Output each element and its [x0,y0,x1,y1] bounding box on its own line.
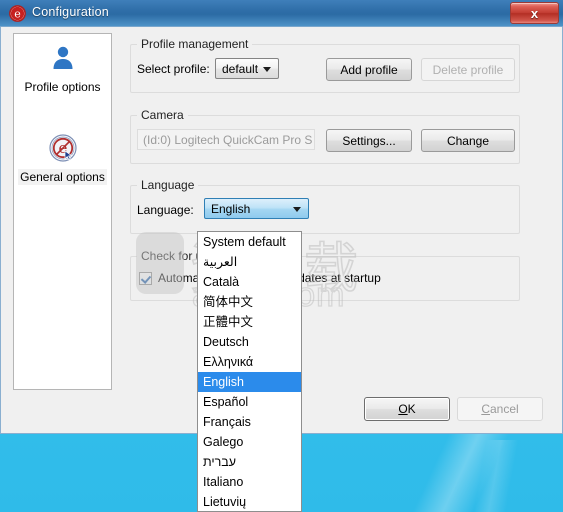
window-titlebar[interactable]: e Configuration x [0,0,563,27]
desktop-sheen [330,430,563,512]
language-option[interactable]: Español [198,392,301,412]
select-profile-label: Select profile: [137,62,210,76]
sidebar-item-general-options[interactable]: e General options [14,130,111,185]
group-camera: Camera (Id:0) Logitech QuickCam Pro S Se… [130,108,520,164]
language-option[interactable]: עברית [198,452,301,472]
camera-device-field: (Id:0) Logitech QuickCam Pro S [137,129,315,150]
ok-rest: K [407,402,416,416]
group-language: Language Language: English [130,178,520,234]
profile-select[interactable]: default [215,58,279,79]
language-option[interactable]: English [198,372,301,392]
auto-update-checkbox[interactable] [139,271,152,285]
close-icon: x [530,5,539,21]
group-profile-management: Profile management Select profile: defau… [130,37,520,93]
profile-select-value: default [222,62,259,76]
svg-text:e: e [14,8,21,21]
desktop-background: e Configuration x Profile options Genera… [0,0,563,512]
language-option[interactable]: Français [198,412,301,432]
app-e-icon: e [9,5,26,22]
settings-pane: Profile management Select profile: defau… [125,27,562,434]
language-option[interactable]: Ελληνικά [198,352,301,372]
add-profile-button[interactable]: Add profile [326,58,412,81]
app-e-icon: e [14,130,111,166]
language-option[interactable]: System default [198,232,301,252]
language-option[interactable]: Italiano [198,472,301,492]
language-label: Language: [137,203,194,217]
desktop-sheen-secondary [390,440,563,512]
sidebar-item-label: General options [18,169,107,185]
options-sidebar: Profile options e General options [13,33,112,390]
language-option[interactable]: Català [198,272,301,292]
ok-button[interactable]: OK [364,397,450,421]
cancel-button[interactable]: Cancel [457,397,543,421]
chevron-down-icon [263,66,271,72]
cancel-accel: C [481,402,490,416]
close-button[interactable]: x [510,2,559,24]
language-option[interactable]: Lietuvių [198,492,301,511]
delete-profile-button: Delete profile [421,58,515,81]
sidebar-item-profile-options[interactable]: Profile options [14,40,111,95]
group-title: Language [137,178,199,192]
group-title: Camera [137,108,188,122]
language-option[interactable]: 简体中文 [198,292,301,312]
language-select-value: English [211,202,251,216]
camera-change-button[interactable]: Change [421,129,515,152]
camera-settings-button[interactable]: Settings... [326,129,412,152]
window-title: Configuration [32,5,109,19]
user-icon [14,40,111,76]
language-select[interactable]: English [204,198,309,219]
language-option[interactable]: 正體中文 [198,312,301,332]
language-option[interactable]: العربية [198,252,301,272]
group-check-for-updates: Check for updates Automatically check fo… [130,249,520,301]
cancel-rest: ancel [489,402,519,416]
language-option[interactable]: Deutsch [198,332,301,352]
sidebar-item-label: Profile options [24,80,101,94]
chevron-down-icon [293,206,301,212]
camera-device-value: (Id:0) Logitech QuickCam Pro S [143,133,313,147]
language-dropdown-list[interactable]: System default العربية Català 简体中文 正體中文 Deuts… [197,231,302,512]
group-title: Profile management [137,37,253,51]
ok-accel: O [398,402,408,416]
language-option[interactable]: Galego [198,432,301,452]
